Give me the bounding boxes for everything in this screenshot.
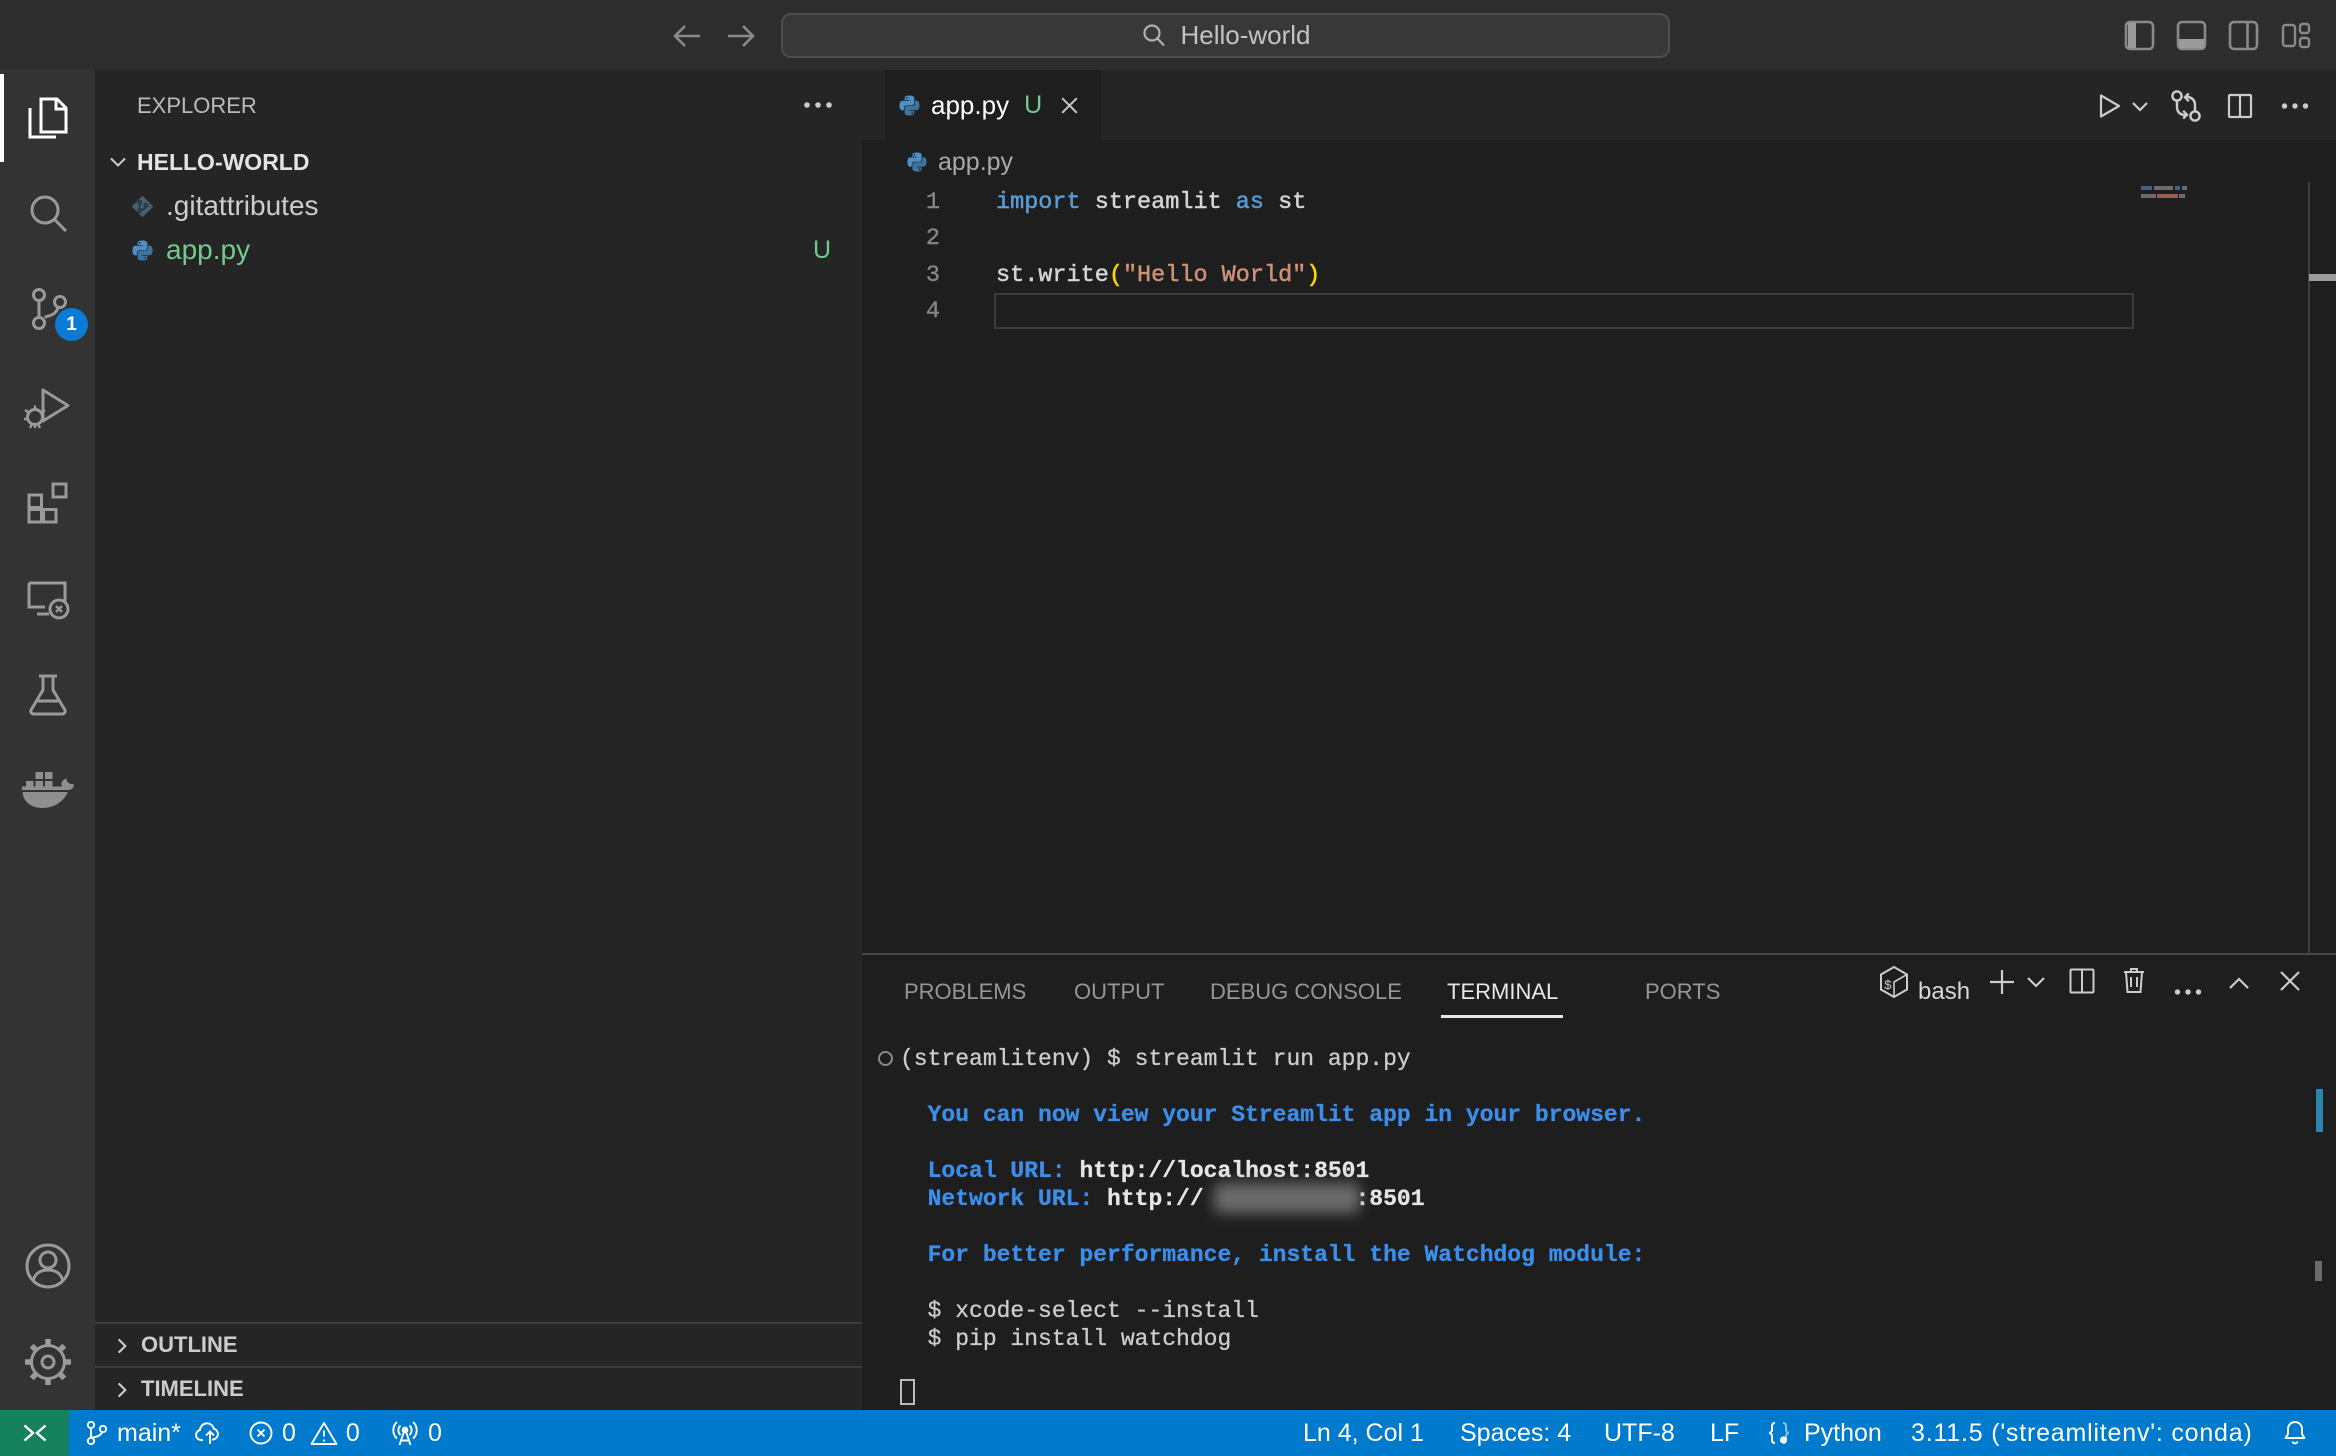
svg-text:$: $ (1884, 978, 1892, 993)
